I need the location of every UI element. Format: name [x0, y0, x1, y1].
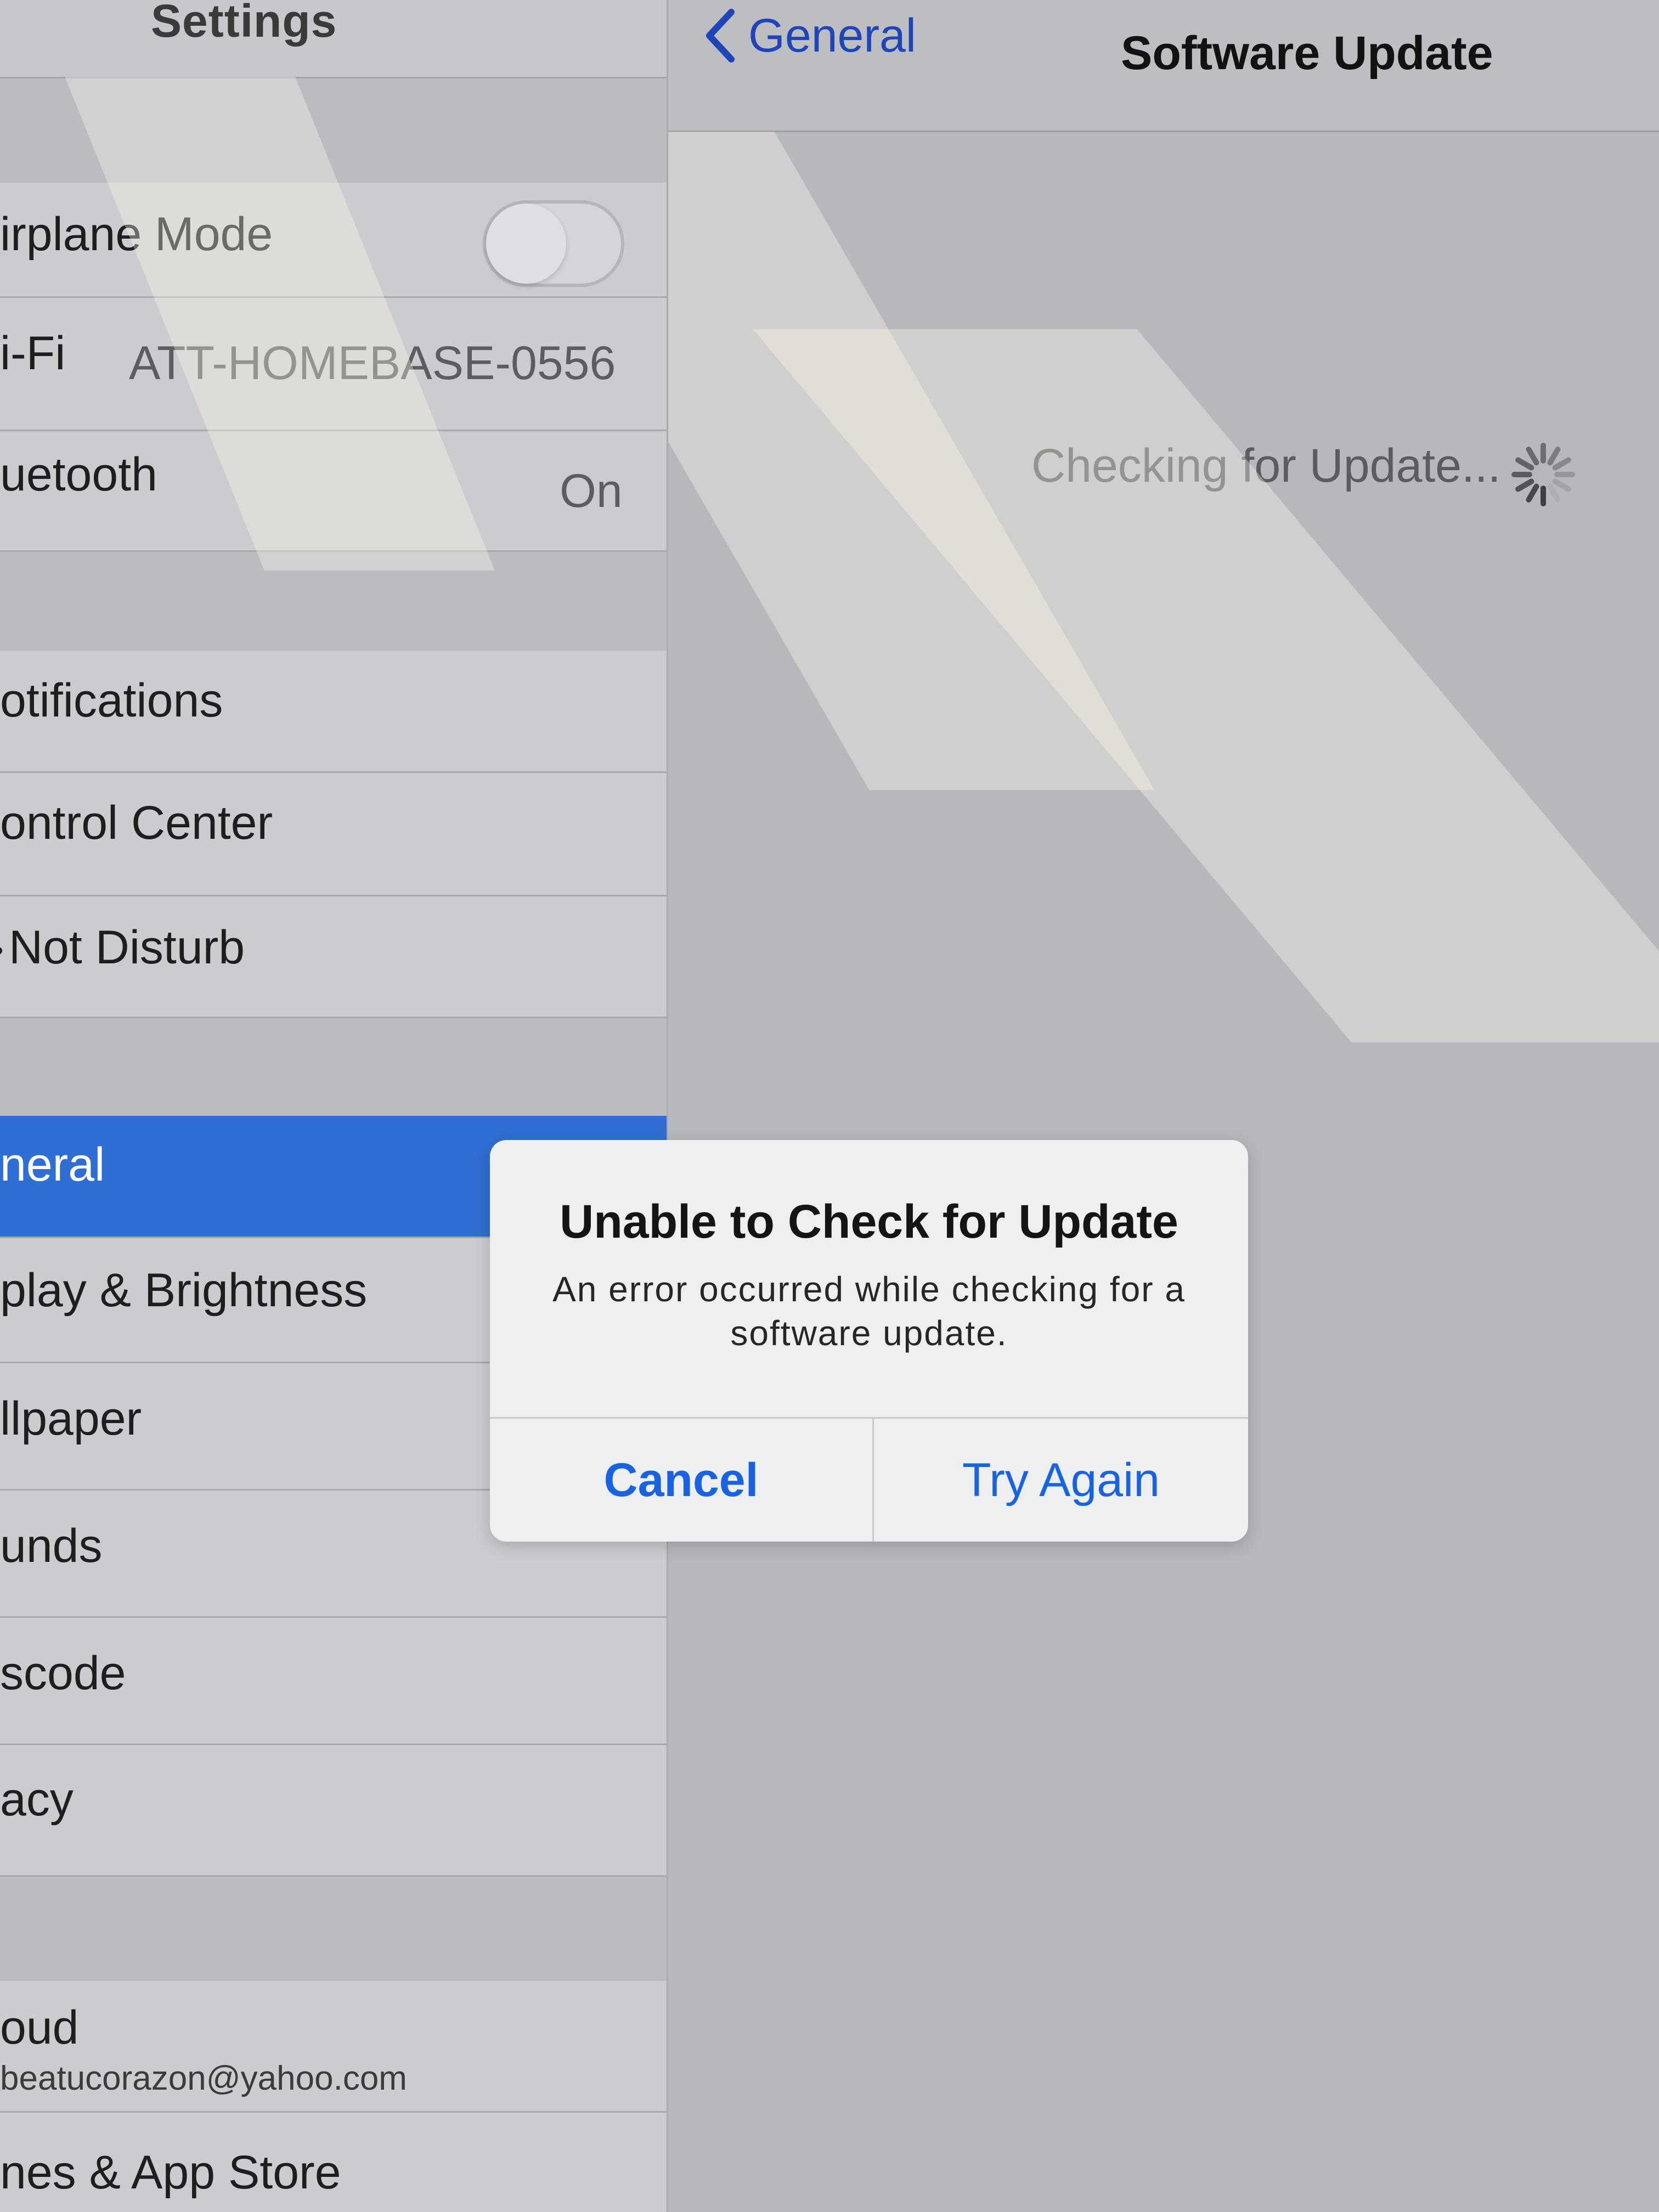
dnd-label-text: Not Disturb: [9, 921, 245, 974]
toggle-knob: [486, 204, 566, 284]
section-gap: [0, 78, 667, 183]
sidebar-item-notifications[interactable]: otifications: [0, 651, 667, 773]
navigation-bar: General Software Update: [668, 0, 1659, 132]
update-status-text: Checking for Update...: [1031, 439, 1501, 492]
sidebar-item-label: uetooth: [0, 448, 157, 501]
section-gap: [0, 1877, 667, 1981]
settings-sidebar: Settings irplane Mode i-Fi ATT-HOMEBASE-…: [0, 0, 668, 2212]
bluetooth-value: On: [560, 465, 623, 517]
section-gap: [0, 552, 667, 651]
sidebar-item-label: oud: [0, 2001, 79, 2054]
sidebar-item-label: irplane Mode: [0, 208, 273, 261]
sidebar-item-label: otifications: [0, 674, 223, 727]
wifi-network-value: ATT-HOMEBASE-0556: [129, 337, 616, 390]
sidebar-item-airplane-mode[interactable]: irplane Mode: [0, 183, 667, 298]
activity-spinner-icon: [1511, 443, 1575, 506]
back-button-label: General: [748, 9, 916, 62]
sidebar-item-bluetooth[interactable]: uetooth On: [0, 431, 667, 552]
alert-dialog: Unable to Check for Update An error occu…: [490, 1140, 1248, 1542]
airplane-mode-toggle[interactable]: [483, 200, 624, 287]
alert-message: An error occurred while checking for a s…: [552, 1269, 1186, 1353]
try-again-button[interactable]: Try Again: [874, 1419, 1248, 1542]
sidebar-title: Settings: [151, 0, 337, 47]
sidebar-item-label: nes & App Store: [0, 2146, 341, 2199]
chevron-left-icon: [706, 9, 735, 63]
icloud-account-email: beatucorazon@yahoo.com: [0, 2059, 407, 2097]
sidebar-item-itunes-app-store[interactable]: nes & App Store: [0, 2113, 667, 2212]
alert-title: Unable to Check for Update: [560, 1195, 1178, 1248]
sidebar-item-label: ontrol Center: [0, 797, 273, 849]
sidebar-item-wifi[interactable]: i-Fi ATT-HOMEBASE-0556: [0, 298, 667, 431]
sidebar-item-passcode[interactable]: scode: [0, 1618, 667, 1745]
sidebar-item-label: play & Brightness: [0, 1264, 368, 1317]
page-title: Software Update: [1121, 27, 1493, 80]
sidebar-item-label: neral: [0, 1138, 105, 1191]
sidebar-item-label: unds: [0, 1520, 103, 1572]
sidebar-item-control-center[interactable]: ontrol Center: [0, 773, 667, 896]
sidebar-item-label: scode: [0, 1647, 126, 1700]
sidebar-item-privacy[interactable]: acy: [0, 1745, 667, 1877]
sidebar-header: Settings: [0, 0, 667, 78]
sidebar-item-do-not-disturb[interactable]: Not Disturb: [0, 896, 667, 1018]
back-button[interactable]: General: [701, 5, 916, 66]
sidebar-item-label: acy: [0, 1773, 74, 1826]
section-gap: [0, 1018, 667, 1116]
sunlight-streak: [753, 329, 1659, 1042]
cancel-button[interactable]: Cancel: [490, 1419, 872, 1542]
moon-fragment-icon: [0, 947, 2, 955]
sidebar-item-icloud[interactable]: oud beatucorazon@yahoo.com: [0, 1981, 667, 2113]
detail-pane: General Software Update Checking for Upd…: [668, 0, 1659, 2212]
sidebar-item-label: llpaper: [0, 1392, 142, 1445]
sidebar-item-label: Not Disturb: [0, 921, 245, 975]
sidebar-item-label: i-Fi: [0, 327, 66, 380]
